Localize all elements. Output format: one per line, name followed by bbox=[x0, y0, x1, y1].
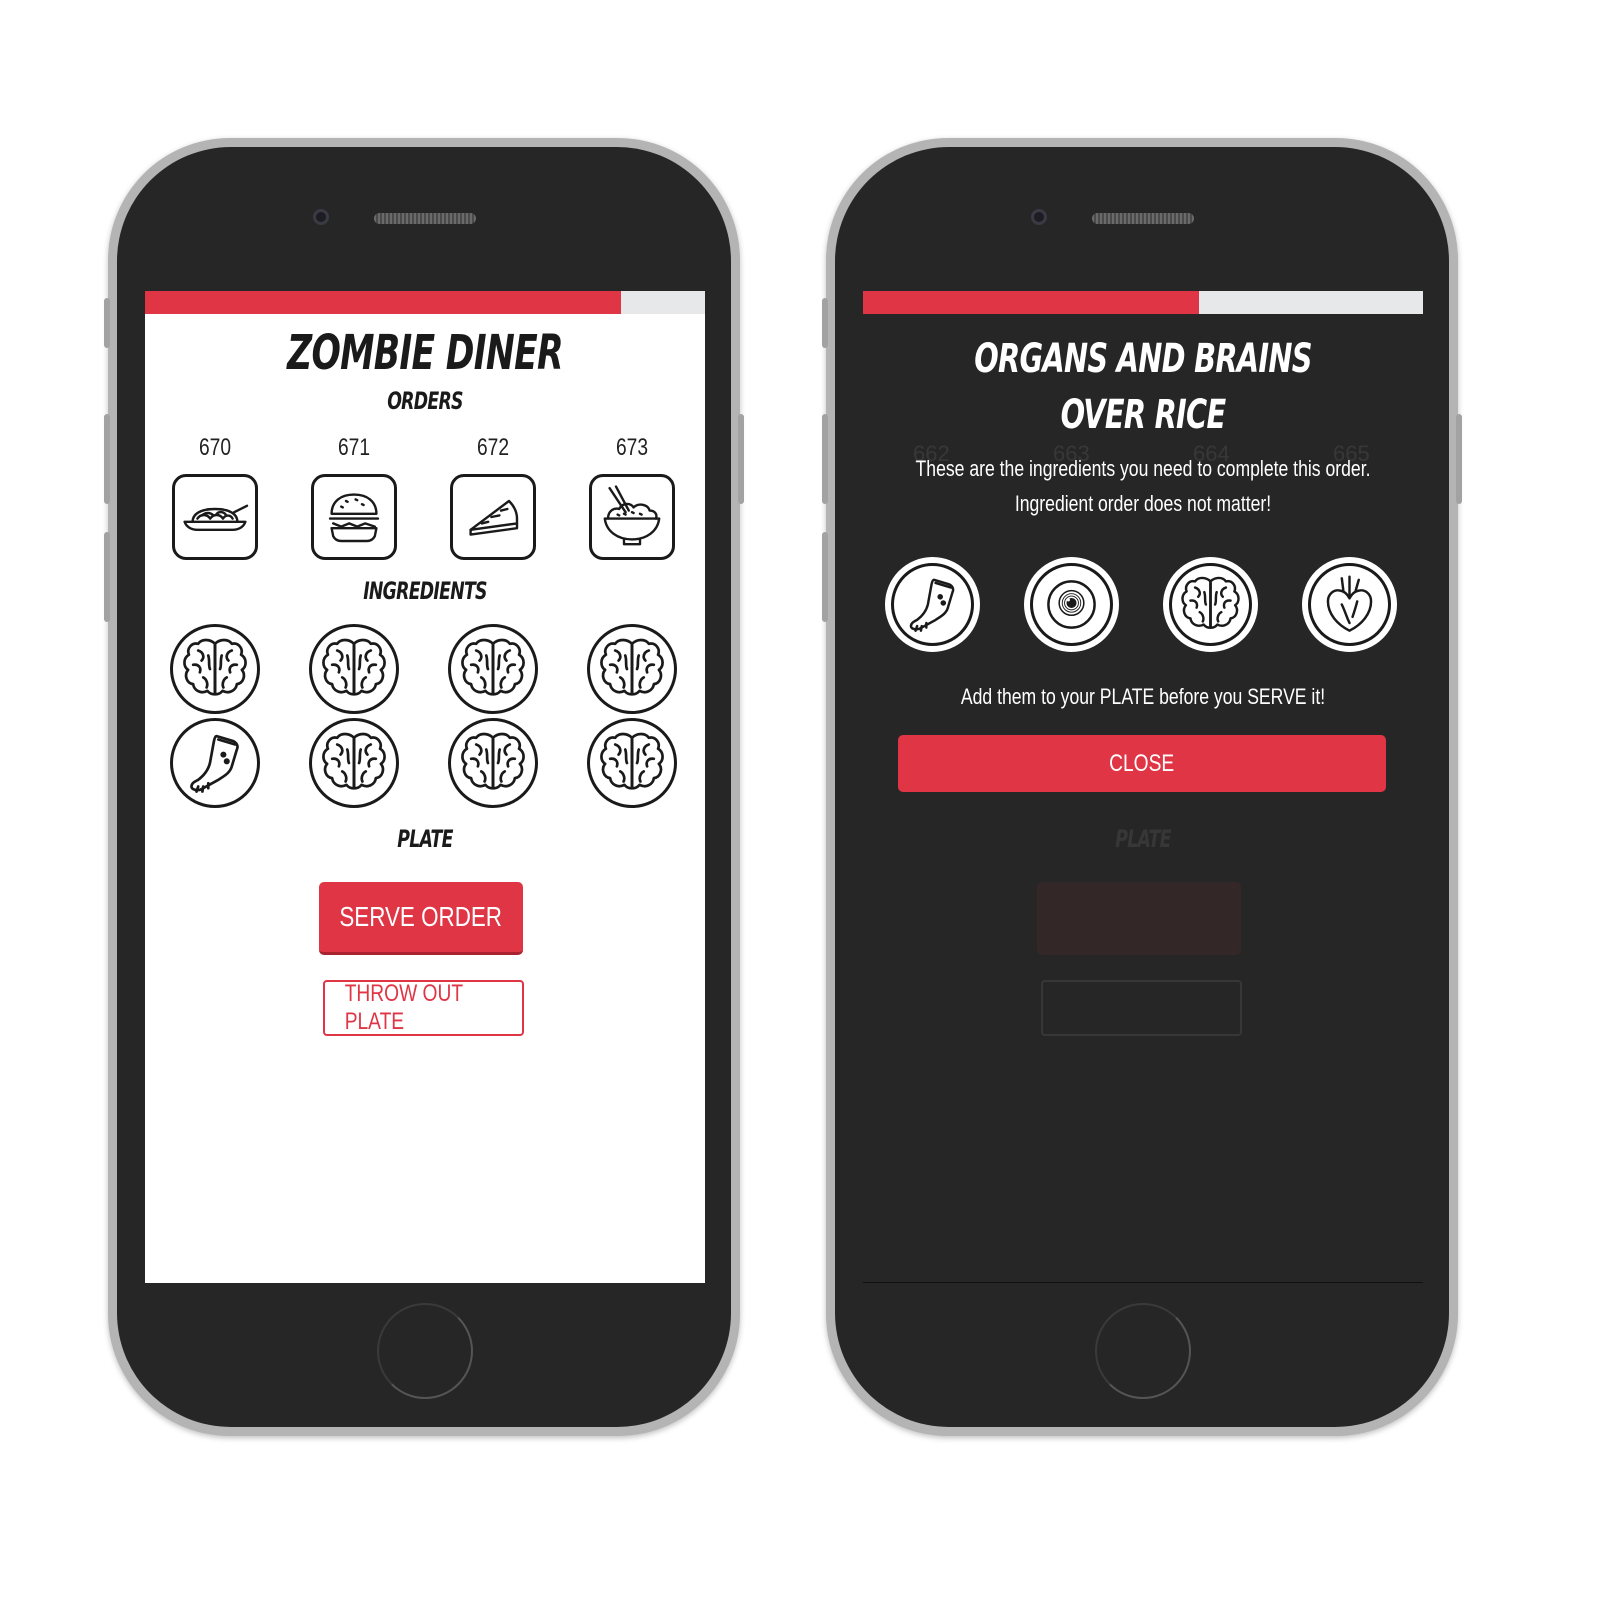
required-ingredient bbox=[885, 557, 980, 652]
spaghetti-icon bbox=[175, 477, 255, 557]
volume-up-button bbox=[104, 414, 110, 504]
ingredients-heading: INGREDIENTS bbox=[363, 577, 487, 605]
order-ticket-670[interactable] bbox=[172, 474, 258, 560]
power-button bbox=[738, 414, 744, 504]
brain-icon bbox=[1172, 566, 1249, 643]
foot-icon bbox=[173, 721, 257, 805]
brain-icon bbox=[451, 721, 535, 805]
order-number: 673 bbox=[615, 434, 649, 461]
required-ingredient bbox=[1302, 557, 1397, 652]
volume-down-button bbox=[104, 532, 110, 622]
pie-slice-icon bbox=[453, 477, 533, 557]
required-ingredient bbox=[1024, 557, 1119, 652]
ingredient-button[interactable] bbox=[587, 624, 677, 714]
power-button bbox=[1456, 414, 1462, 504]
brain-icon bbox=[451, 627, 535, 711]
home-button[interactable] bbox=[377, 1303, 473, 1399]
earpiece-speaker bbox=[1092, 213, 1194, 224]
modal-title: ORGANS AND BRAINS OVER RICE bbox=[974, 336, 1312, 438]
throw-out-plate-label: THROW OUT PLATE bbox=[344, 980, 463, 1035]
front-camera bbox=[1031, 209, 1047, 225]
background-plate-heading: PLATE bbox=[1115, 825, 1171, 853]
heart-icon bbox=[1311, 566, 1388, 643]
phone-right: 662 663 664 665 PLATE ORGANS AND BRAINS … bbox=[822, 138, 1462, 1436]
phone-left: ZOMBIE DINER ORDERS 670 671 672 673 INGR… bbox=[104, 138, 744, 1436]
brain-icon bbox=[312, 721, 396, 805]
order-detail-modal: 662 663 664 665 PLATE ORGANS AND BRAINS … bbox=[863, 291, 1423, 1283]
timer-progress-fill bbox=[863, 291, 1199, 314]
front-camera bbox=[313, 209, 329, 225]
order-number: 671 bbox=[337, 434, 371, 461]
brain-icon bbox=[312, 627, 396, 711]
close-button[interactable]: CLOSE bbox=[898, 735, 1386, 792]
required-ingredient bbox=[1163, 557, 1258, 652]
ingredient-button[interactable] bbox=[309, 718, 399, 808]
order-number: 670 bbox=[198, 434, 232, 461]
rice-bowl-icon bbox=[592, 477, 672, 557]
ingredient-button[interactable] bbox=[170, 624, 260, 714]
modal-description-text: These are the ingredients you need to co… bbox=[915, 456, 1371, 516]
timer-progress-fill bbox=[145, 291, 621, 314]
close-button-label: CLOSE bbox=[1109, 749, 1175, 777]
background-serve-button bbox=[1037, 882, 1241, 955]
volume-up-button bbox=[822, 414, 828, 504]
home-button[interactable] bbox=[1095, 1303, 1191, 1399]
mute-switch bbox=[104, 298, 110, 348]
app-logo: ZOMBIE DINER bbox=[287, 325, 563, 381]
ingredient-button[interactable] bbox=[587, 718, 677, 808]
ingredient-button[interactable] bbox=[448, 718, 538, 808]
volume-down-button bbox=[822, 532, 828, 622]
modal-instruction: Add them to your PLATE before you SERVE … bbox=[893, 679, 1393, 714]
timer-progress-bar bbox=[145, 291, 705, 314]
brain-icon bbox=[173, 627, 257, 711]
timer-progress-bar bbox=[863, 291, 1423, 314]
game-screen: ZOMBIE DINER ORDERS 670 671 672 673 INGR… bbox=[145, 291, 705, 1283]
background-throw-button bbox=[1041, 980, 1242, 1036]
orders-heading: ORDERS bbox=[387, 387, 463, 415]
mute-switch bbox=[822, 298, 828, 348]
brain-icon bbox=[590, 627, 674, 711]
modal-instruction-text: Add them to your PLATE before you SERVE … bbox=[960, 684, 1326, 709]
serve-order-label: SERVE ORDER bbox=[339, 901, 503, 932]
throw-out-plate-button[interactable]: THROW OUT PLATE bbox=[323, 980, 524, 1036]
modal-description: These are the ingredients you need to co… bbox=[893, 451, 1393, 521]
ingredient-button[interactable] bbox=[309, 624, 399, 714]
serve-order-button[interactable]: SERVE ORDER bbox=[319, 882, 523, 955]
burger-icon bbox=[314, 477, 394, 557]
ingredient-button[interactable] bbox=[170, 718, 260, 808]
earpiece-speaker bbox=[374, 213, 476, 224]
order-ticket-671[interactable] bbox=[311, 474, 397, 560]
brain-icon bbox=[590, 721, 674, 805]
foot-icon bbox=[894, 566, 971, 643]
order-ticket-672[interactable] bbox=[450, 474, 536, 560]
order-number: 672 bbox=[476, 434, 510, 461]
ingredient-button[interactable] bbox=[448, 624, 538, 714]
eyeball-icon bbox=[1033, 566, 1110, 643]
order-ticket-673[interactable] bbox=[589, 474, 675, 560]
plate-heading: PLATE bbox=[397, 825, 453, 853]
